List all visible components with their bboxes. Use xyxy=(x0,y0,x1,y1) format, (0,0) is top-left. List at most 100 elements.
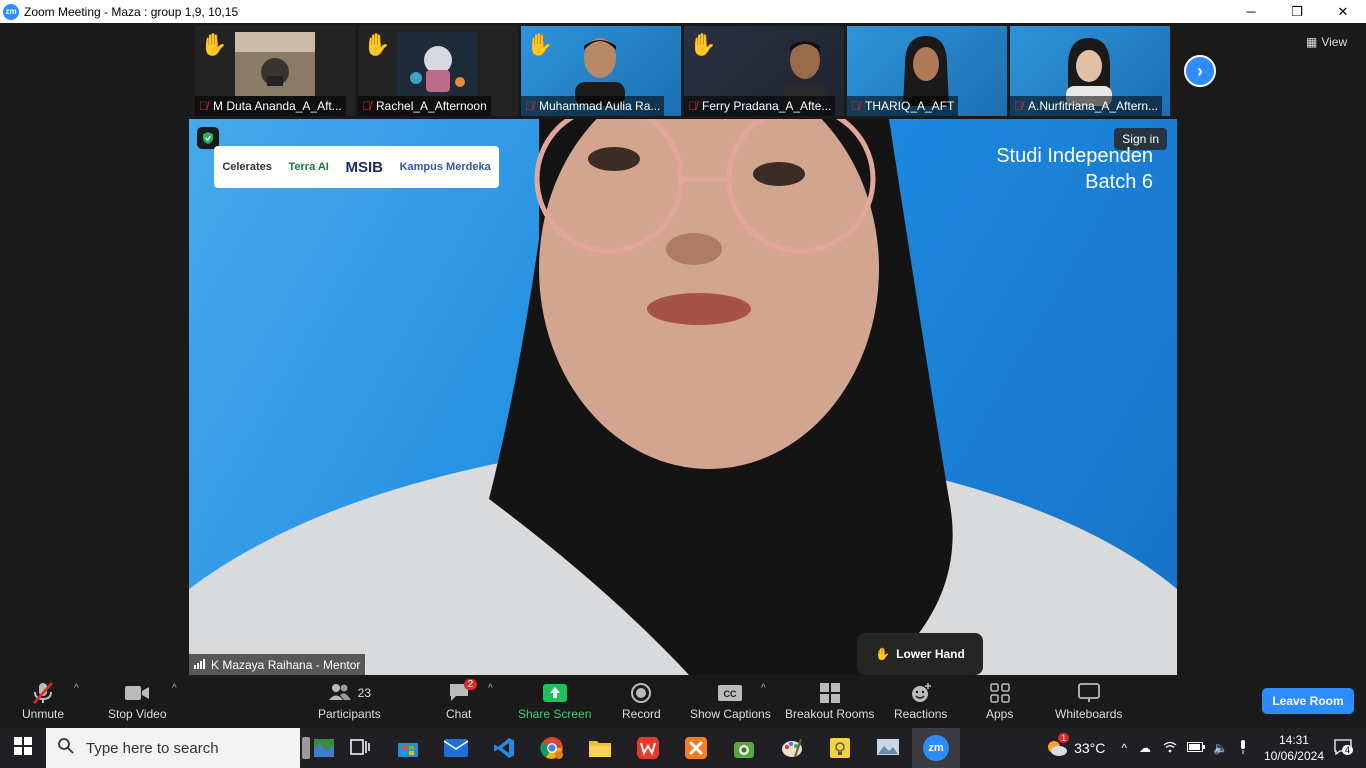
smiley-icon xyxy=(910,679,932,707)
profile-picture xyxy=(235,32,315,96)
banner-text: Studi Independen Batch 6 xyxy=(996,145,1153,193)
photos-icon[interactable] xyxy=(864,728,912,768)
stop-video-button[interactable]: Stop Video xyxy=(108,679,167,721)
mic-muted-icon: 🎙̸ xyxy=(525,99,534,113)
minimize-button[interactable]: ─ xyxy=(1228,0,1274,23)
record-button[interactable]: Record xyxy=(622,679,661,721)
speaker-name-tag: K Mazaya Raihana - Mentor xyxy=(189,654,366,675)
apps-button[interactable]: Apps xyxy=(986,679,1013,721)
breakout-rooms-button[interactable]: Breakout Rooms xyxy=(785,679,874,721)
captions-options-caret[interactable]: ^ xyxy=(761,683,766,694)
mic-muted-icon: 🎙̸ xyxy=(362,99,371,113)
participant-tile[interactable]: ✋ 🎙̸ Ferry Pradana_A_Afte... xyxy=(684,26,844,116)
system-clock[interactable]: 14:31 10/06/2024 xyxy=(1264,732,1324,764)
chevron-right-icon: › xyxy=(1197,60,1203,81)
speaker-image xyxy=(189,119,1177,675)
terra-ai-logo: Terra AI xyxy=(288,161,329,173)
start-button[interactable] xyxy=(0,728,46,768)
next-page-button[interactable]: › xyxy=(1184,55,1216,87)
raised-hand-icon: ✋ xyxy=(200,32,228,57)
restore-button[interactable]: ❐ xyxy=(1274,0,1320,23)
profile-picture xyxy=(398,32,478,96)
raised-hand-icon: ✋ xyxy=(363,32,391,57)
participants-button[interactable]: 23 Participants xyxy=(318,679,381,721)
video-options-caret[interactable]: ^ xyxy=(172,683,177,694)
android-studio-icon[interactable] xyxy=(720,728,768,768)
view-button[interactable]: ▦ View xyxy=(1306,35,1347,49)
participant-name: 🎙̸ Rachel_A_Afternoon xyxy=(358,96,491,116)
chevron-up-icon[interactable]: ^ xyxy=(1121,741,1127,755)
mic-muted-icon: 🎙̸ xyxy=(851,99,860,113)
share-screen-button[interactable]: Share Screen xyxy=(518,679,591,721)
chat-options-caret[interactable]: ^ xyxy=(488,683,493,694)
taskbar-search[interactable]: Type here to search xyxy=(46,728,300,768)
mic-muted-icon: 🎙̸ xyxy=(199,99,208,113)
close-button[interactable]: ✕ xyxy=(1320,0,1366,23)
audio-options-caret[interactable]: ^ xyxy=(74,683,79,694)
system-tray: 1 33°C ^ ☁ 🔈 14:31 10/06/2024 4 xyxy=(1046,728,1366,768)
window-title: Zoom Meeting - Maza : group 1,9, 10,15 xyxy=(24,4,239,19)
whiteboards-button[interactable]: Whiteboards xyxy=(1055,679,1122,721)
weather-widget[interactable]: 1 33°C xyxy=(1046,733,1105,757)
mail-icon[interactable] xyxy=(432,728,480,768)
participant-tile[interactable]: ✋ 🎙̸ Rachel_A_Afternoon xyxy=(358,26,518,116)
captions-cc-icon: CC xyxy=(717,679,743,707)
view-grid-icon: ▦ xyxy=(1306,35,1318,49)
participant-tile[interactable]: ✋ 🎙̸ Muhammad Aulia Ra... xyxy=(521,26,681,116)
msib-logo: MSIB xyxy=(345,158,383,176)
mic-muted-icon xyxy=(32,679,54,707)
svg-text:CC: CC xyxy=(724,689,737,699)
microphone-icon[interactable] xyxy=(1238,739,1248,757)
xampp-icon[interactable] xyxy=(672,728,720,768)
share-screen-icon xyxy=(542,679,567,707)
participant-name: 🎙̸ Muhammad Aulia Ra... xyxy=(521,96,665,116)
search-placeholder: Type here to search xyxy=(86,739,219,757)
microsoft-store-icon[interactable] xyxy=(384,728,432,768)
participants-count: 23 xyxy=(357,686,372,700)
windows-logo-icon xyxy=(14,736,32,760)
breakout-rooms-icon xyxy=(819,679,840,707)
show-captions-button[interactable]: CC Show Captions xyxy=(690,679,771,721)
window-controls: ─ ❐ ✕ xyxy=(1228,0,1366,23)
unmute-button[interactable]: Unmute xyxy=(22,679,64,721)
participant-tile[interactable]: 🎙̸ THARIQ_A_AFT xyxy=(847,26,1007,116)
paint-icon[interactable] xyxy=(768,728,816,768)
network-sync-icon[interactable]: ☁ xyxy=(1139,741,1151,755)
apps-icon xyxy=(989,679,1010,707)
file-explorer-icon[interactable] xyxy=(576,728,624,768)
participant-name: 🎙̸ Ferry Pradana_A_Afte... xyxy=(684,96,836,116)
meeting-stage: ✋ 🎙̸ M Duta Ananda_A_Aft... ✋ 🎙̸ Rachel_… xyxy=(0,23,1366,675)
raised-hand-icon: ✋ xyxy=(689,32,717,57)
chrome-icon[interactable] xyxy=(528,728,576,768)
sticky-notes-icon[interactable] xyxy=(816,728,864,768)
mic-muted-icon: 🎙̸ xyxy=(1014,99,1023,113)
speaker-icon[interactable]: 🔈 xyxy=(1213,741,1228,755)
reactions-button[interactable]: Reactions xyxy=(894,679,947,721)
participant-tile[interactable]: ✋ 🎙̸ M Duta Ananda_A_Aft... xyxy=(195,26,355,116)
leave-room-button[interactable]: Leave Room xyxy=(1262,688,1354,714)
participant-name: 🎙̸ THARIQ_A_AFT xyxy=(847,96,959,116)
raised-hand-icon: ✋ xyxy=(875,647,891,661)
zoom-taskbar-icon[interactable]: zm xyxy=(912,728,960,768)
record-icon xyxy=(630,679,652,707)
title-bar: zm Zoom Meeting - Maza : group 1,9, 10,1… xyxy=(0,0,1366,23)
chat-button[interactable]: 2 Chat xyxy=(446,679,478,721)
notification-count: 4 xyxy=(1342,744,1354,755)
zoom-logo-icon: zm xyxy=(3,3,19,20)
lower-hand-button[interactable]: ✋ Lower Hand xyxy=(857,633,983,675)
active-speaker-video: Celerates Terra AI MSIB Kampus Merdeka S… xyxy=(189,119,1177,675)
battery-icon[interactable] xyxy=(1186,741,1205,755)
wifi-icon[interactable] xyxy=(1163,741,1177,756)
wps-office-icon[interactable] xyxy=(624,728,672,768)
participant-tile[interactable]: 🎙̸ A.Nurfitriana_A_Aftern... xyxy=(1010,26,1170,116)
video-camera-icon xyxy=(124,679,150,707)
participants-icon xyxy=(328,683,352,704)
celerates-logo: Celerates xyxy=(222,161,272,173)
vscode-icon[interactable] xyxy=(480,728,528,768)
kampus-merdeka-logo: Kampus Merdeka xyxy=(399,161,491,173)
signal-bars-icon xyxy=(194,658,206,672)
notifications-icon[interactable]: 4 xyxy=(1334,738,1354,758)
search-highlight-icon[interactable] xyxy=(300,728,336,768)
task-view-icon[interactable] xyxy=(336,728,384,768)
raised-hand-icon: ✋ xyxy=(526,32,554,57)
